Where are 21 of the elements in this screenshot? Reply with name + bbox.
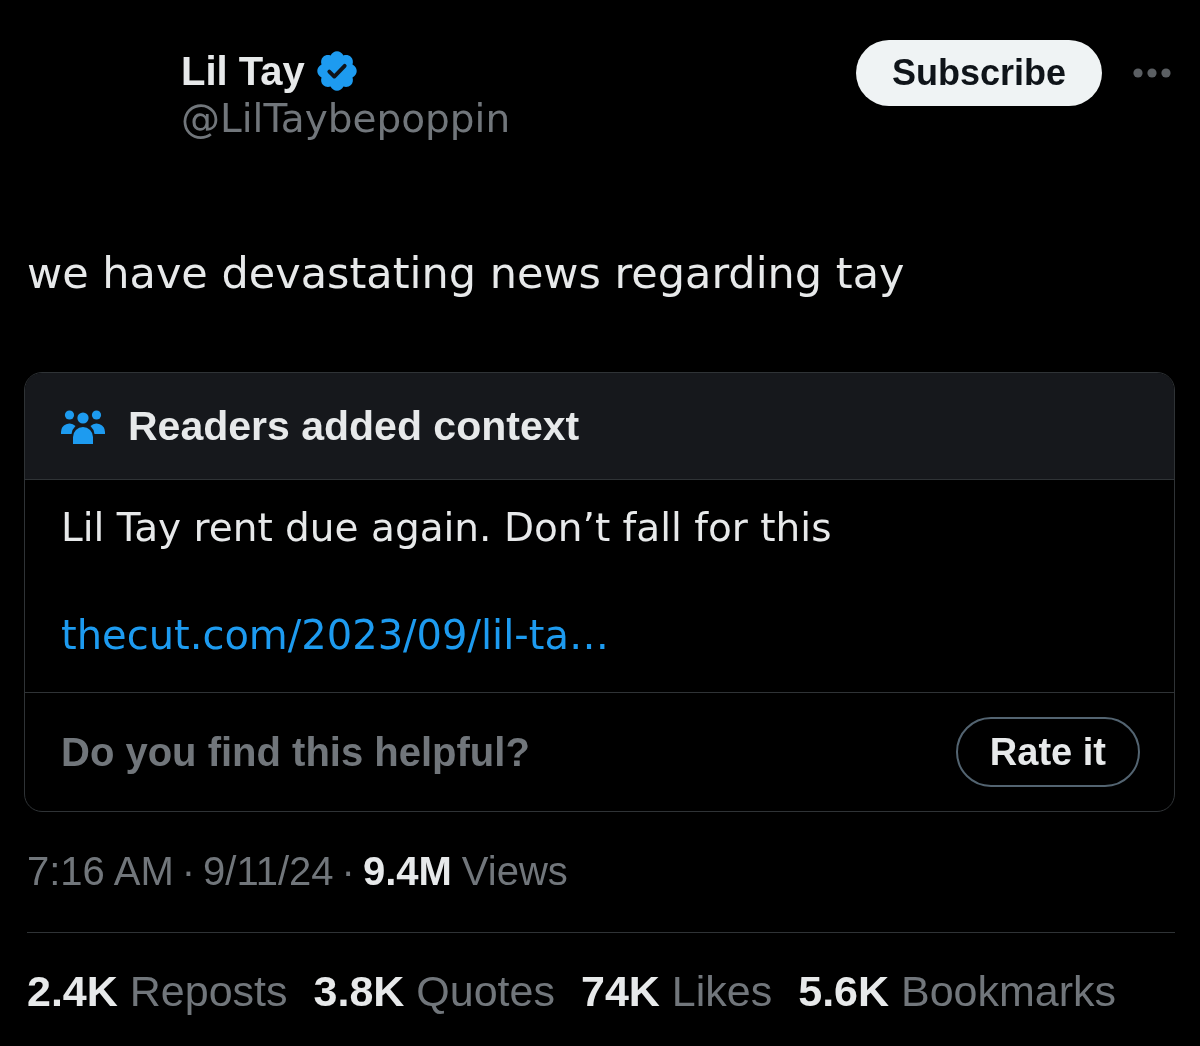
helpful-question: Do you find this helpful? [61, 729, 530, 776]
subscribe-button[interactable]: Subscribe [855, 40, 1102, 106]
user-handle[interactable]: @LilTaybepoppin [181, 95, 511, 143]
display-name[interactable]: Lil Tay [181, 47, 305, 95]
views-count: 9.4M [362, 848, 452, 895]
source-link[interactable]: thecut.com/2023/09/lil-ta… [61, 611, 609, 659]
post-time[interactable]: 7:16 AM [27, 847, 174, 895]
views-label: Views [461, 848, 568, 895]
stat-link[interactable]: 5.6K Bookmarks [798, 965, 1117, 1017]
dot-separator: · [181, 848, 196, 895]
stat-link[interactable]: 3.8K Quotes [313, 965, 555, 1017]
note-text: Lil Tay rent due again. Don’t fall for this [61, 504, 832, 552]
post-date[interactable]: 9/11/24 [203, 847, 334, 895]
note-title: Readers added context [128, 402, 580, 450]
stat-link[interactable]: 74K Likes [581, 965, 773, 1017]
rate-it-button[interactable]: Rate it [955, 717, 1140, 787]
more-options-icon[interactable] [1133, 68, 1171, 78]
dot-separator: · [341, 848, 355, 895]
stat-link[interactable]: 2.4K Reposts [27, 965, 288, 1017]
post-text: we have devastating news regarding tay [27, 247, 906, 300]
people-icon [61, 408, 105, 444]
